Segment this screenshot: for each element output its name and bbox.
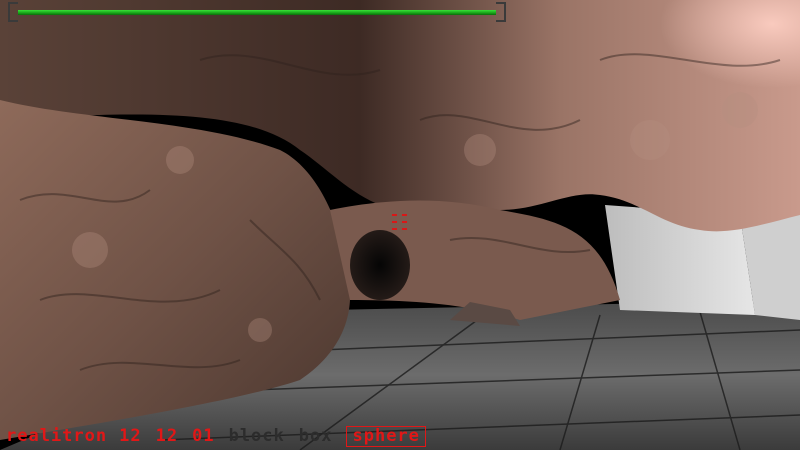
frame-corner bbox=[496, 2, 506, 12]
health-bar bbox=[18, 10, 496, 15]
mode-block[interactable]: block bbox=[229, 426, 285, 446]
mode-sphere[interactable]: sphere bbox=[346, 425, 426, 447]
stat-value: 12 bbox=[119, 426, 142, 446]
engine-name: realitron bbox=[6, 426, 108, 446]
health-bar-frame bbox=[8, 0, 506, 22]
frame-corner bbox=[8, 12, 18, 22]
hud-status-line: realitron 12 12 01 block box sphere bbox=[6, 425, 440, 447]
frame-corner bbox=[8, 2, 18, 12]
frame-corner bbox=[496, 12, 506, 22]
stat-value: 01 bbox=[192, 426, 215, 446]
mode-box[interactable]: box bbox=[299, 426, 333, 446]
health-bar-fill bbox=[18, 10, 496, 15]
crosshair-icon bbox=[390, 212, 410, 234]
stat-value: 12 bbox=[155, 426, 179, 446]
